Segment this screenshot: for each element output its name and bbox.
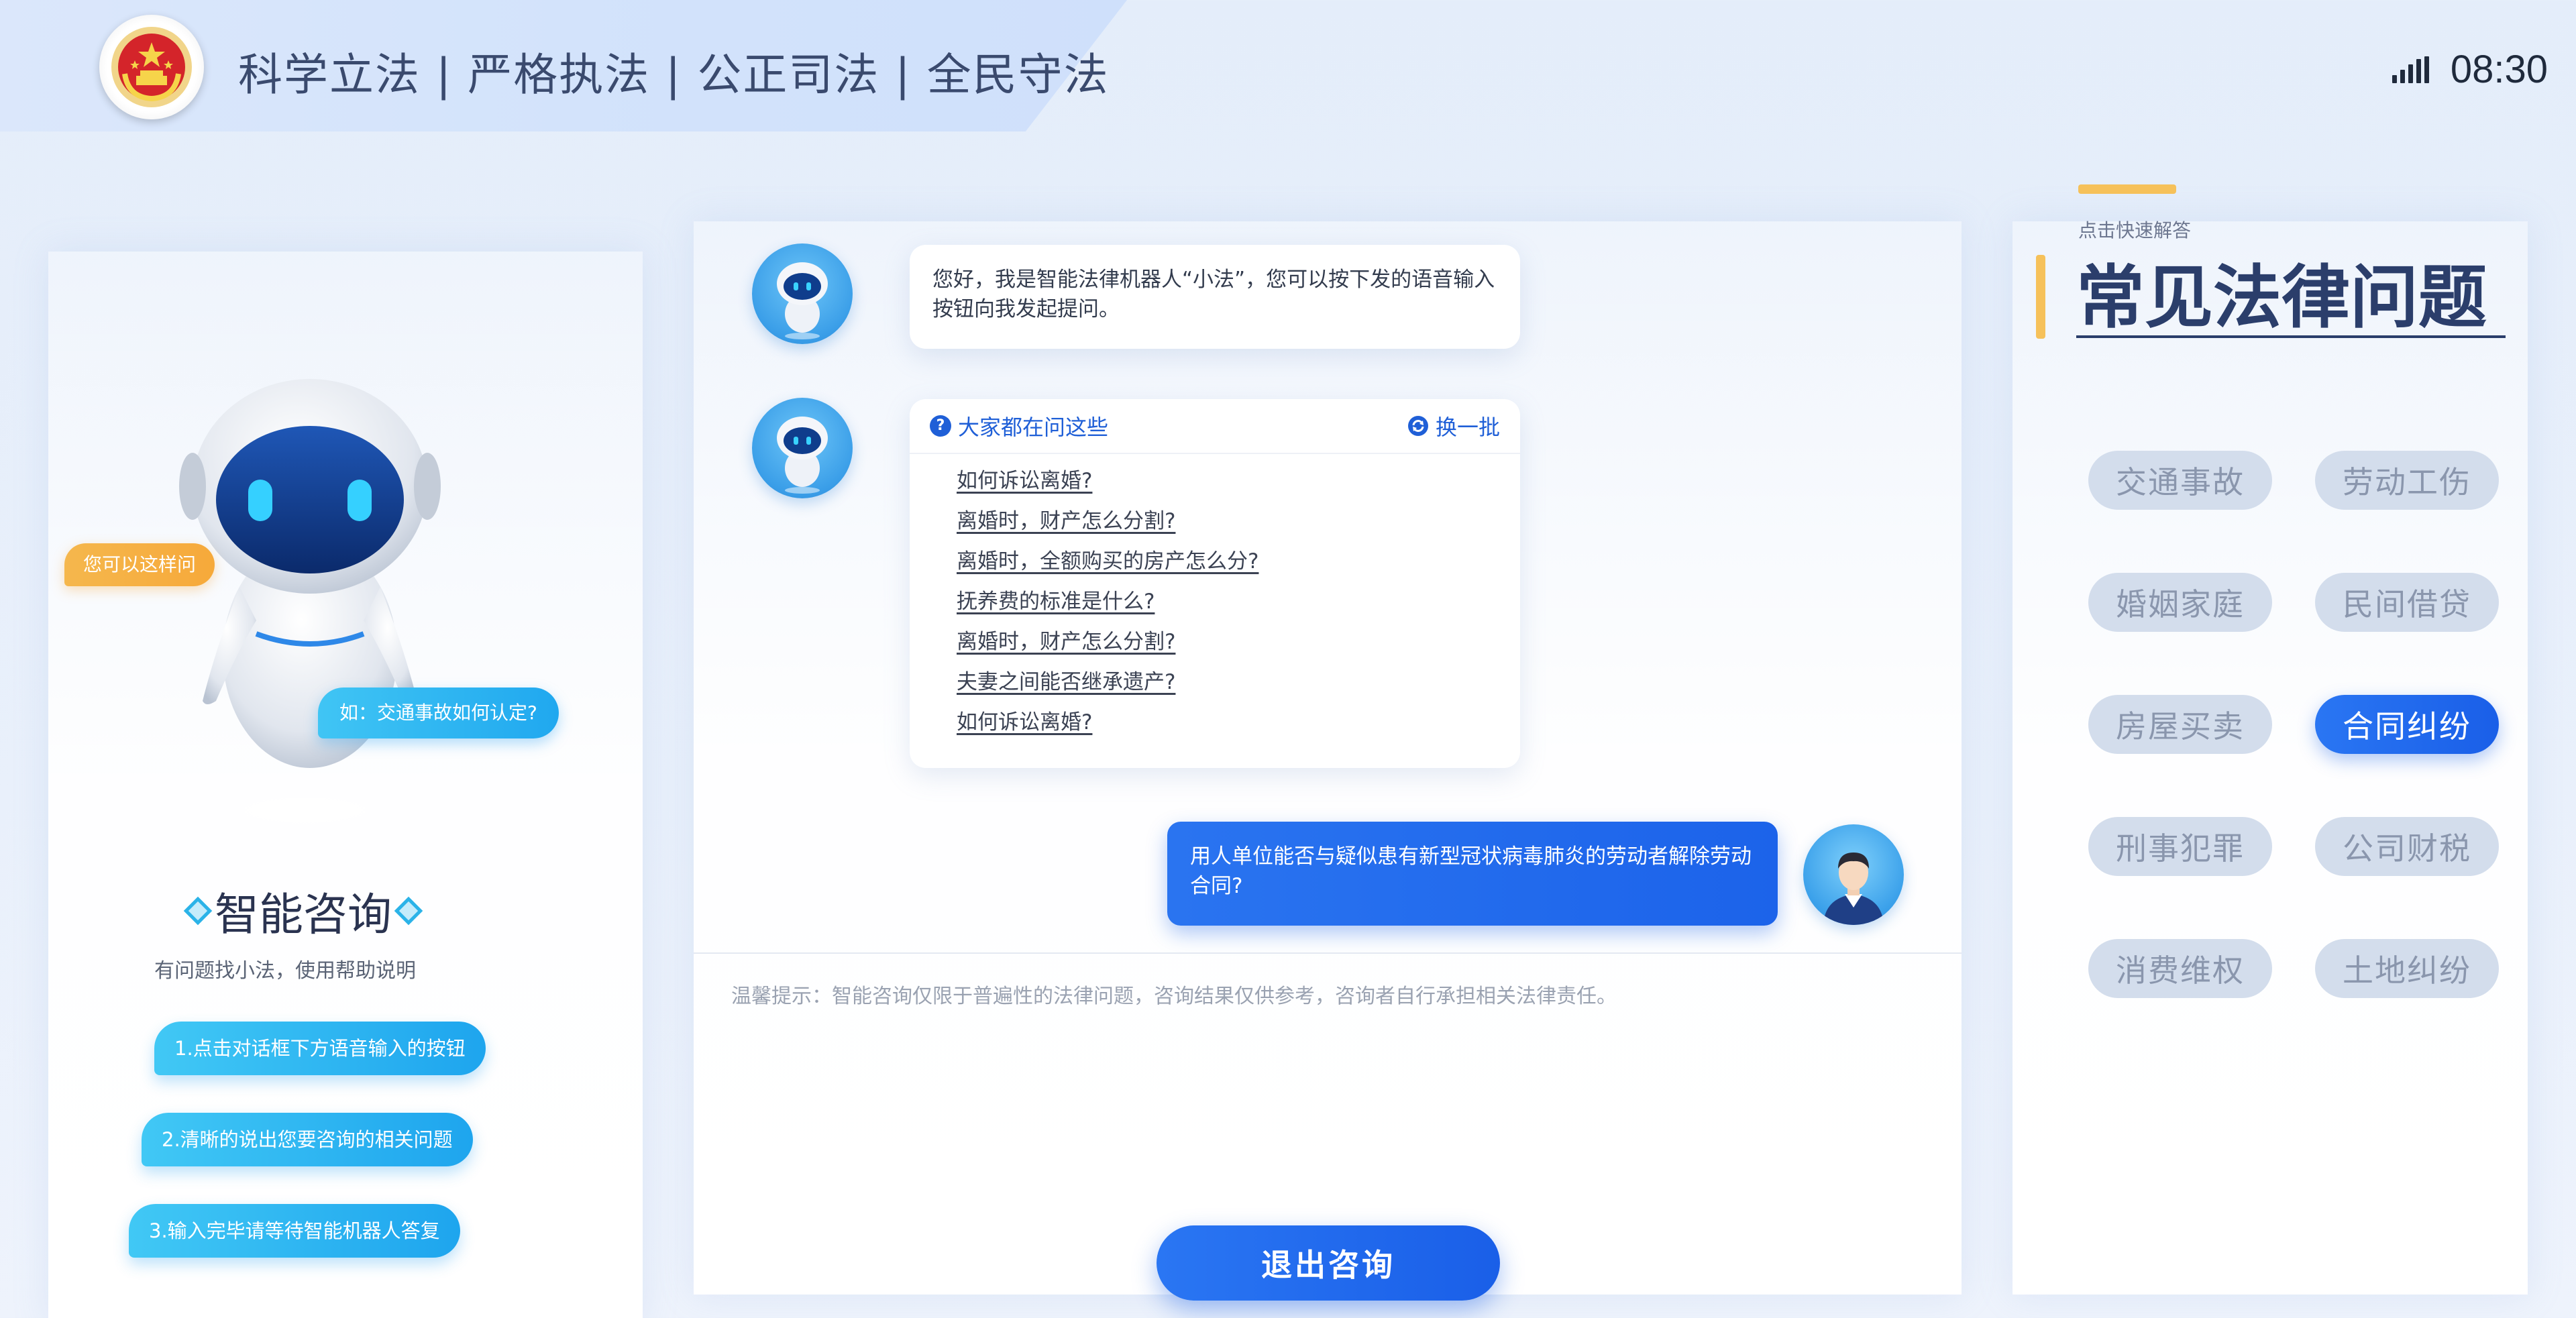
robot-shadow [228,793,382,827]
help-step-3: 3.输入完毕请等待智能机器人答复 [129,1204,460,1258]
question-list: 如何诉讼离婚? 离婚时，财产怎么分割? 离婚时，全额购买的房产怎么分? 抚养费的… [910,454,1520,743]
diamond-icon [183,896,213,926]
example-question-bubble[interactable]: 如：交通事故如何认定? [318,688,559,738]
category-chip[interactable]: 公司财税 [2315,817,2499,876]
try-asking-bubble: 您可以这样问 [64,543,215,586]
question-link[interactable]: 离婚时，财产怎么分割? [957,622,1520,662]
popular-questions-header: ? 大家都在问这些 换一批 [910,399,1520,454]
category-chip[interactable]: 民间借贷 [2315,573,2499,632]
national-emblem-icon [99,15,204,119]
category-chip[interactable]: 土地纠纷 [2315,939,2499,998]
faq-title: 常见法律问题 [2076,258,2487,338]
exit-consult-button[interactable]: 退出咨询 [1157,1225,1500,1301]
accent-bar [2036,255,2045,339]
accent-bar [2078,184,2176,194]
category-grid: 交通事故 劳动工伤 婚姻家庭 民间借贷 房屋买卖 合同纠纷 刑事犯罪 公司财税 … [2088,451,2499,998]
question-link[interactable]: 如何诉讼离婚? [957,461,1520,501]
clock: 08:30 [2450,48,2548,91]
category-chip[interactable]: 交通事故 [2088,451,2272,510]
user-message: 用人单位能否与疑似患有新型冠状病毒肺炎的劳动者解除劳动合同? [1167,822,1778,926]
smart-consult-title: 智能咨询 [183,879,423,943]
category-chip[interactable]: 刑事犯罪 [2088,817,2272,876]
chat-divider [694,952,1962,954]
question-link[interactable]: 抚养费的标准是什么? [957,582,1520,622]
category-chip[interactable]: 劳动工伤 [2315,451,2499,510]
robot-avatar [752,243,853,344]
question-link[interactable]: 离婚时，财产怎么分割? [957,501,1520,541]
question-icon: ? [930,415,951,437]
faq-title-underline [2076,335,2506,338]
status-bar: 08:30 [2392,47,2548,92]
slogan: 科学立法 | 严格执法 | 公正司法 | 全民守法 [238,49,1110,101]
greeting-message: 您好，我是智能法律机器人“小法”，您可以按下发的语音输入按钮向我发起提问。 [910,245,1520,349]
refresh-button[interactable]: 换一批 [1407,410,1500,441]
diamond-icon [394,896,423,926]
signal-icon [2392,56,2429,83]
refresh-label: 换一批 [1435,415,1500,440]
faq-subtitle: 点击快速解答 [2078,219,2192,241]
user-avatar [1803,824,1904,925]
category-chip[interactable]: 婚姻家庭 [2088,573,2272,632]
question-link[interactable]: 离婚时，全额购买的房产怎么分? [957,541,1520,582]
question-link[interactable]: 夫妻之间能否继承遗产? [957,662,1520,702]
help-text: 有问题找小法，使用帮助说明 [154,959,416,983]
question-link[interactable]: 如何诉讼离婚? [957,702,1520,743]
robot-avatar [752,398,853,498]
disclaimer-tip: 温馨提示：智能咨询仅限于普遍性的法律问题，咨询结果仅供参考，咨询者自行承担相关法… [731,985,1617,1008]
popular-questions-card: ? 大家都在问这些 换一批 如何诉讼离婚? 离婚时，财产怎么分割? 离婚时，全额… [910,399,1520,768]
robot-illustration [176,366,444,835]
category-chip-active[interactable]: 合同纠纷 [2315,695,2499,754]
category-chip[interactable]: 消费维权 [2088,939,2272,998]
help-step-1: 1.点击对话框下方语音输入的按钮 [154,1022,486,1075]
category-chip[interactable]: 房屋买卖 [2088,695,2272,754]
smart-consult-label: 智能咨询 [215,889,392,940]
popular-questions-title: 大家都在问这些 [958,415,1109,440]
help-step-2: 2.清晰的说出您要咨询的相关问题 [142,1113,473,1166]
refresh-icon [1407,416,1428,436]
